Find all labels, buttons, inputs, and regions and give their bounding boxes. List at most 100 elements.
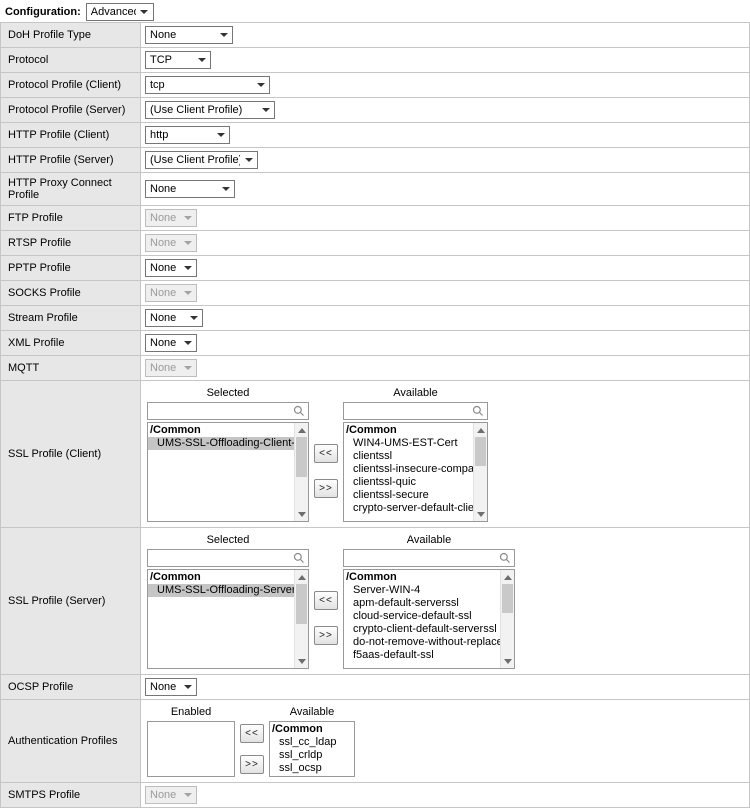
chevron-down-icon xyxy=(183,291,192,295)
row-http-profile-client: HTTP Profile (Client) http xyxy=(1,123,750,148)
available-list-header: Available xyxy=(269,705,355,721)
field-label: HTTP Profile (Client) xyxy=(1,123,141,148)
field-label: Protocol Profile (Client) xyxy=(1,73,141,98)
chevron-down-icon xyxy=(183,341,192,345)
list-item[interactable]: clientssl-secure xyxy=(344,489,473,502)
ssl-client-available-searchbox xyxy=(343,402,488,420)
row-authentication-profiles: Authentication Profiles Enabled << >> Av xyxy=(1,700,750,783)
chevron-down-icon xyxy=(183,241,192,245)
list-item[interactable]: clientssl-insecure-compatible xyxy=(344,463,473,476)
list-item[interactable]: ssl_crldp xyxy=(270,749,354,762)
list-item[interactable]: f5aas-default-ssl xyxy=(344,649,500,662)
field-label: Protocol xyxy=(1,48,141,73)
scroll-up-icon[interactable] xyxy=(295,423,308,436)
chevron-down-icon xyxy=(221,187,230,191)
chevron-down-icon xyxy=(183,793,192,797)
list-item-selected[interactable]: UMS-SSL-Offloading-Client-Profile xyxy=(148,437,294,450)
scrollbar-thumb[interactable] xyxy=(502,584,513,613)
move-to-selected-button[interactable]: << xyxy=(314,591,338,610)
auth-enabled-list[interactable] xyxy=(147,721,235,777)
field-label: HTTP Profile (Server) xyxy=(1,148,141,173)
search-input[interactable] xyxy=(347,404,472,418)
row-protocol-profile-server: Protocol Profile (Server) (Use Client Pr… xyxy=(1,98,750,123)
ssl-server-selected-list[interactable]: /Common UMS-SSL-Offloading-Server-Profil… xyxy=(147,569,309,669)
scrollbar[interactable] xyxy=(294,423,308,521)
protocol-profile-client-select[interactable]: tcp xyxy=(145,76,270,94)
field-label: Protocol Profile (Server) xyxy=(1,98,141,123)
row-socks-profile: SOCKS Profile None xyxy=(1,281,750,306)
scrollbar[interactable] xyxy=(294,570,308,668)
row-xml-profile: XML Profile None xyxy=(1,331,750,356)
search-input[interactable] xyxy=(347,551,499,565)
list-item[interactable]: ssl_ocsp xyxy=(270,762,354,775)
chevron-down-icon xyxy=(183,685,192,689)
ssl-client-selected-searchbox xyxy=(147,402,309,420)
socks-profile-select: None xyxy=(145,284,197,302)
list-group: /Common xyxy=(344,571,500,584)
pptp-profile-select[interactable]: None xyxy=(145,259,197,277)
auth-available-list[interactable]: /Common ssl_cc_ldapssl_crldpssl_ocsp xyxy=(269,721,355,777)
chevron-down-icon xyxy=(216,133,225,137)
list-item[interactable]: crypto-server-default-clientssl xyxy=(344,502,473,515)
ssl-client-dual-list: Selected /Common UMS-SSL-Offloading-Clie… xyxy=(145,384,745,524)
scroll-down-icon[interactable] xyxy=(295,508,308,521)
list-item[interactable]: clientssl xyxy=(344,450,473,463)
mqtt-profile-select: None xyxy=(145,359,197,377)
list-item[interactable]: WIN4-UMS-EST-Cert xyxy=(344,437,473,450)
move-to-enabled-button[interactable]: << xyxy=(240,724,264,743)
row-ftp-profile: FTP Profile None xyxy=(1,206,750,231)
protocol-select[interactable]: TCP xyxy=(145,51,211,69)
scroll-up-icon[interactable] xyxy=(295,570,308,583)
field-label: SMTPS Profile xyxy=(1,783,141,808)
scrollbar-thumb[interactable] xyxy=(296,584,307,624)
http-profile-client-select[interactable]: http xyxy=(145,126,230,144)
field-label: OCSP Profile xyxy=(1,675,141,700)
row-smtps-profile: SMTPS Profile None xyxy=(1,783,750,808)
ssl-client-selected-list[interactable]: /Common UMS-SSL-Offloading-Client-Profil… xyxy=(147,422,309,522)
list-item[interactable]: Server-WIN-4 xyxy=(344,584,500,597)
move-to-available-button[interactable]: >> xyxy=(314,479,338,498)
scroll-up-icon[interactable] xyxy=(474,423,487,436)
move-to-available-button[interactable]: >> xyxy=(314,626,338,645)
search-input[interactable] xyxy=(151,404,293,418)
selected-list-header: Selected xyxy=(147,386,309,402)
list-item[interactable]: apm-default-serverssl xyxy=(344,597,500,610)
scroll-down-icon[interactable] xyxy=(501,655,514,668)
row-protocol: Protocol TCP xyxy=(1,48,750,73)
doh-profile-type-select[interactable]: None xyxy=(145,26,233,44)
xml-profile-select[interactable]: None xyxy=(145,334,197,352)
scroll-down-icon[interactable] xyxy=(474,508,487,521)
row-mqtt-profile: MQTT None xyxy=(1,356,750,381)
available-list-header: Available xyxy=(343,533,515,549)
list-group: /Common xyxy=(344,424,473,437)
scrollbar[interactable] xyxy=(500,570,514,668)
move-to-available-button[interactable]: >> xyxy=(240,755,264,774)
search-icon xyxy=(293,405,305,417)
row-stream-profile: Stream Profile None xyxy=(1,306,750,331)
scroll-up-icon[interactable] xyxy=(501,570,514,583)
ssl-client-available-list[interactable]: /Common WIN4-UMS-EST-Certclientsslclient… xyxy=(343,422,488,522)
move-to-selected-button[interactable]: << xyxy=(314,444,338,463)
list-item[interactable]: do-not-remove-without-replacement xyxy=(344,636,500,649)
configuration-select[interactable]: Advanced xyxy=(86,3,154,21)
scrollbar[interactable] xyxy=(473,423,487,521)
chevron-down-icon xyxy=(244,158,253,162)
scrollbar-thumb[interactable] xyxy=(296,437,307,477)
protocol-profile-server-select[interactable]: (Use Client Profile) xyxy=(145,101,275,119)
search-input[interactable] xyxy=(151,551,293,565)
list-item[interactable]: ssl_cc_ldap xyxy=(270,736,354,749)
ssl-server-available-list[interactable]: /Common Server-WIN-4apm-default-serverss… xyxy=(343,569,515,669)
ocsp-profile-select[interactable]: None xyxy=(145,678,197,696)
list-group: /Common xyxy=(148,424,294,437)
row-rtsp-profile: RTSP Profile None xyxy=(1,231,750,256)
http-proxy-connect-profile-select[interactable]: None xyxy=(145,180,235,198)
list-item[interactable]: clientssl-quic xyxy=(344,476,473,489)
http-profile-server-select[interactable]: (Use Client Profile) xyxy=(145,151,258,169)
scroll-down-icon[interactable] xyxy=(295,655,308,668)
list-item[interactable]: cloud-service-default-ssl xyxy=(344,610,500,623)
stream-profile-select[interactable]: None xyxy=(145,309,203,327)
list-item[interactable]: crypto-client-default-serverssl xyxy=(344,623,500,636)
scrollbar-thumb[interactable] xyxy=(475,437,486,466)
field-label: FTP Profile xyxy=(1,206,141,231)
list-item-selected[interactable]: UMS-SSL-Offloading-Server-Profile xyxy=(148,584,294,597)
